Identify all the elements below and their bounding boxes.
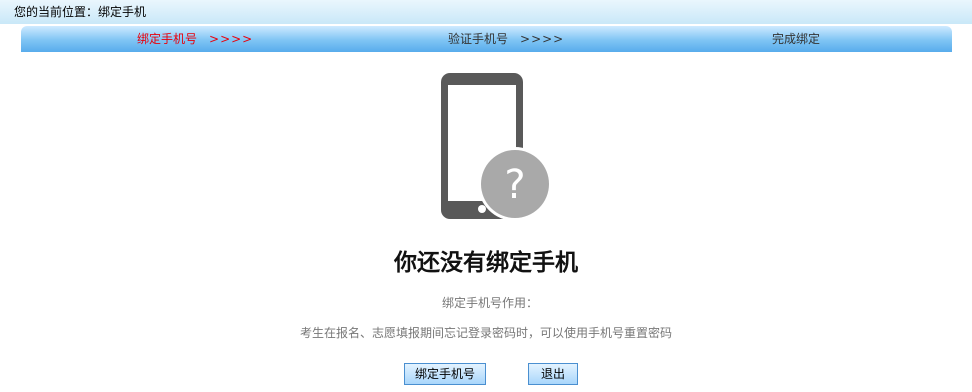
phone-question-icon: ? (438, 71, 554, 221)
bind-phone-button[interactable]: 绑定手机号 (404, 363, 486, 385)
page-title: 你还没有绑定手机 (394, 249, 578, 276)
progress-steps: 绑定手机号 >>>> 验证手机号 >>>> 完成绑定 (21, 26, 952, 52)
step-bind-phone: 绑定手机号 >>>> (137, 26, 253, 52)
step-label: 完成绑定 (772, 32, 821, 46)
phone-home-button (478, 205, 486, 213)
step-label: 绑定手机号 (137, 32, 198, 46)
step-arrows: >>>> (209, 32, 254, 46)
description-title: 绑定手机号作用： (441, 296, 538, 310)
breadcrumb-text: 您的当前位置：绑定手机 (14, 5, 147, 19)
question-mark: ? (504, 162, 525, 208)
breadcrumb: 您的当前位置：绑定手机 (0, 0, 972, 24)
exit-button[interactable]: 退出 (528, 363, 578, 385)
step-verify-phone: 验证手机号 >>>> (448, 26, 564, 52)
phone-question-svg: ? (441, 73, 552, 221)
step-complete-binding: 完成绑定 (772, 26, 820, 52)
description-text: 考生在报名、志愿填报期间忘记登录密码时，可以使用手机号重置密码 (299, 326, 672, 340)
step-label: 验证手机号 (448, 32, 509, 46)
step-arrows: >>>> (520, 32, 565, 46)
